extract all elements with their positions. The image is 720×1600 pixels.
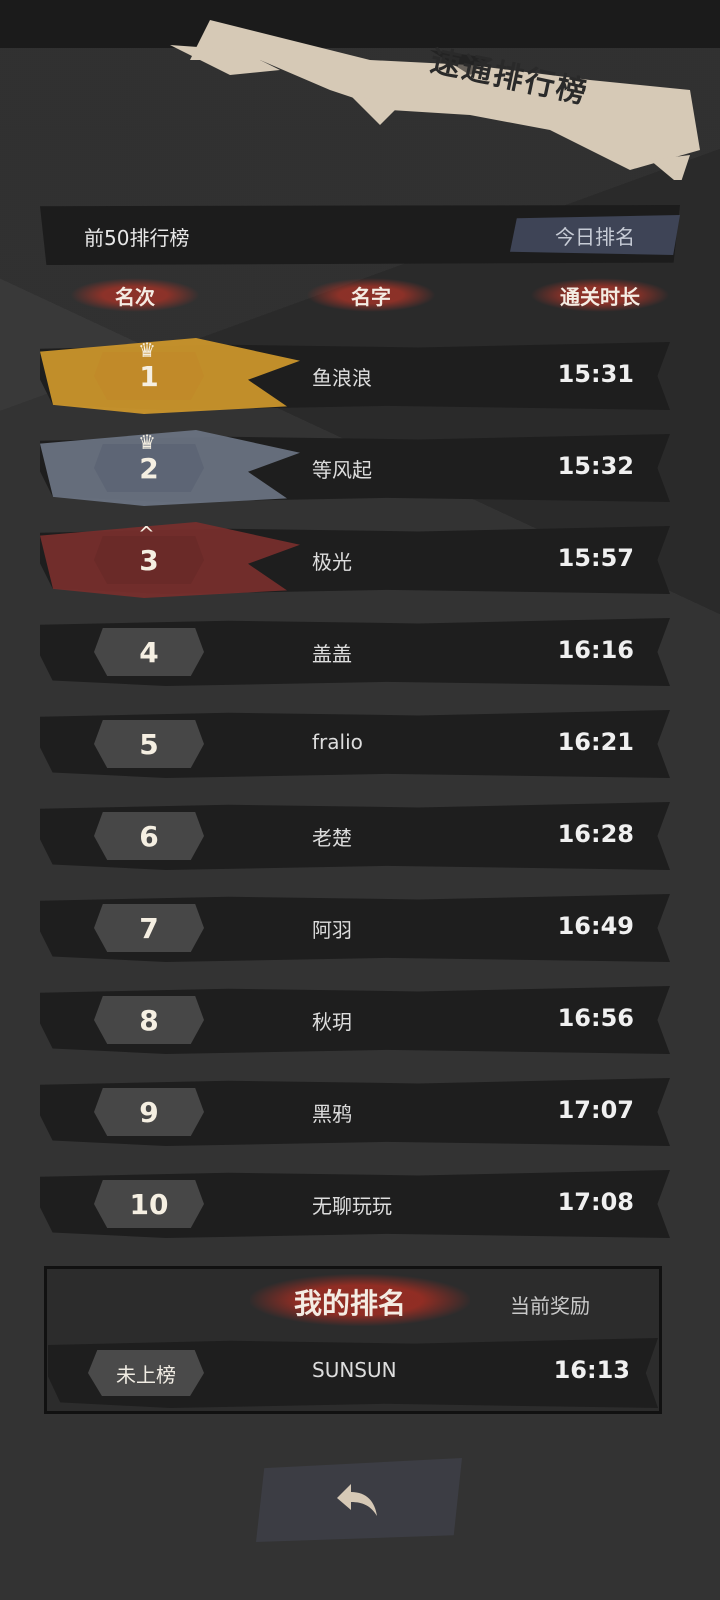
player-name: 黑鸦	[312, 1102, 352, 1126]
crown-icon: ♛	[138, 338, 156, 362]
clear-time: 16:28	[557, 820, 634, 848]
my-rank-title: 我的排名	[294, 1287, 407, 1320]
clear-time: 16:21	[557, 728, 634, 756]
player-name: 老楚	[312, 826, 352, 850]
clear-time: 16:49	[557, 912, 634, 940]
player-name: 极光	[312, 550, 352, 574]
player-name: 阿羽	[312, 918, 352, 942]
clear-time: 15:57	[557, 544, 634, 572]
table-row: 7 阿羽 16:49	[40, 894, 670, 962]
table-row: 5 fralio 16:21	[40, 710, 670, 778]
crown-icon: ♛	[138, 430, 156, 454]
crown-icon: ^	[138, 522, 155, 546]
table-row: 8 秋玥 16:56	[40, 986, 670, 1054]
clear-time: 17:07	[557, 1096, 634, 1124]
clear-time: 17:08	[557, 1188, 634, 1216]
today-rank-button[interactable]: 今日排名	[510, 215, 680, 255]
rank-badge: 6	[94, 812, 204, 860]
my-player-name: SUNSUN	[312, 1358, 397, 1382]
column-header-name: 名字	[306, 278, 436, 312]
rank-badge: 8	[94, 996, 204, 1044]
rank-badge: 7	[94, 904, 204, 952]
back-arrow-icon	[337, 1484, 377, 1516]
current-reward-label[interactable]: 当前奖励	[510, 1290, 590, 1319]
clear-time: 15:32	[557, 452, 634, 480]
my-rank-row: 未上榜 SUNSUN 16:13	[48, 1338, 658, 1408]
player-name: fralio	[312, 730, 363, 754]
column-header-rank: 名次	[70, 278, 200, 312]
column-header-time: 通关时长	[530, 278, 670, 312]
table-row: 10 无聊玩玩 17:08	[40, 1170, 670, 1238]
table-row: 6 老楚 16:28	[40, 802, 670, 870]
table-row: 1 ♛ 鱼浪浪 15:31	[40, 338, 670, 414]
rank-badge: 5	[94, 720, 204, 768]
rank-badge: 9	[94, 1088, 204, 1136]
player-name: 盖盖	[312, 642, 352, 666]
leaderboard-scope-label: 前50排行榜	[84, 226, 190, 250]
table-row: 4 盖盖 16:16	[40, 618, 670, 686]
player-name: 等风起	[312, 458, 372, 482]
rank-badge: 10	[94, 1180, 204, 1228]
table-row: 9 黑鸦 17:07	[40, 1078, 670, 1146]
table-row: 3 ^ 极光 15:57	[40, 522, 670, 598]
player-name: 鱼浪浪	[312, 366, 372, 390]
player-name: 秋玥	[312, 1010, 352, 1034]
clear-time: 16:16	[557, 636, 634, 664]
my-clear-time: 16:13	[553, 1356, 630, 1384]
rank-badge: 4	[94, 628, 204, 676]
clear-time: 15:31	[557, 360, 634, 388]
player-name: 无聊玩玩	[312, 1194, 392, 1218]
back-button[interactable]	[256, 1458, 462, 1542]
clear-time: 16:56	[557, 1004, 634, 1032]
table-row: 2 ♛ 等风起 15:32	[40, 430, 670, 506]
my-rank-badge: 未上榜	[88, 1350, 204, 1396]
